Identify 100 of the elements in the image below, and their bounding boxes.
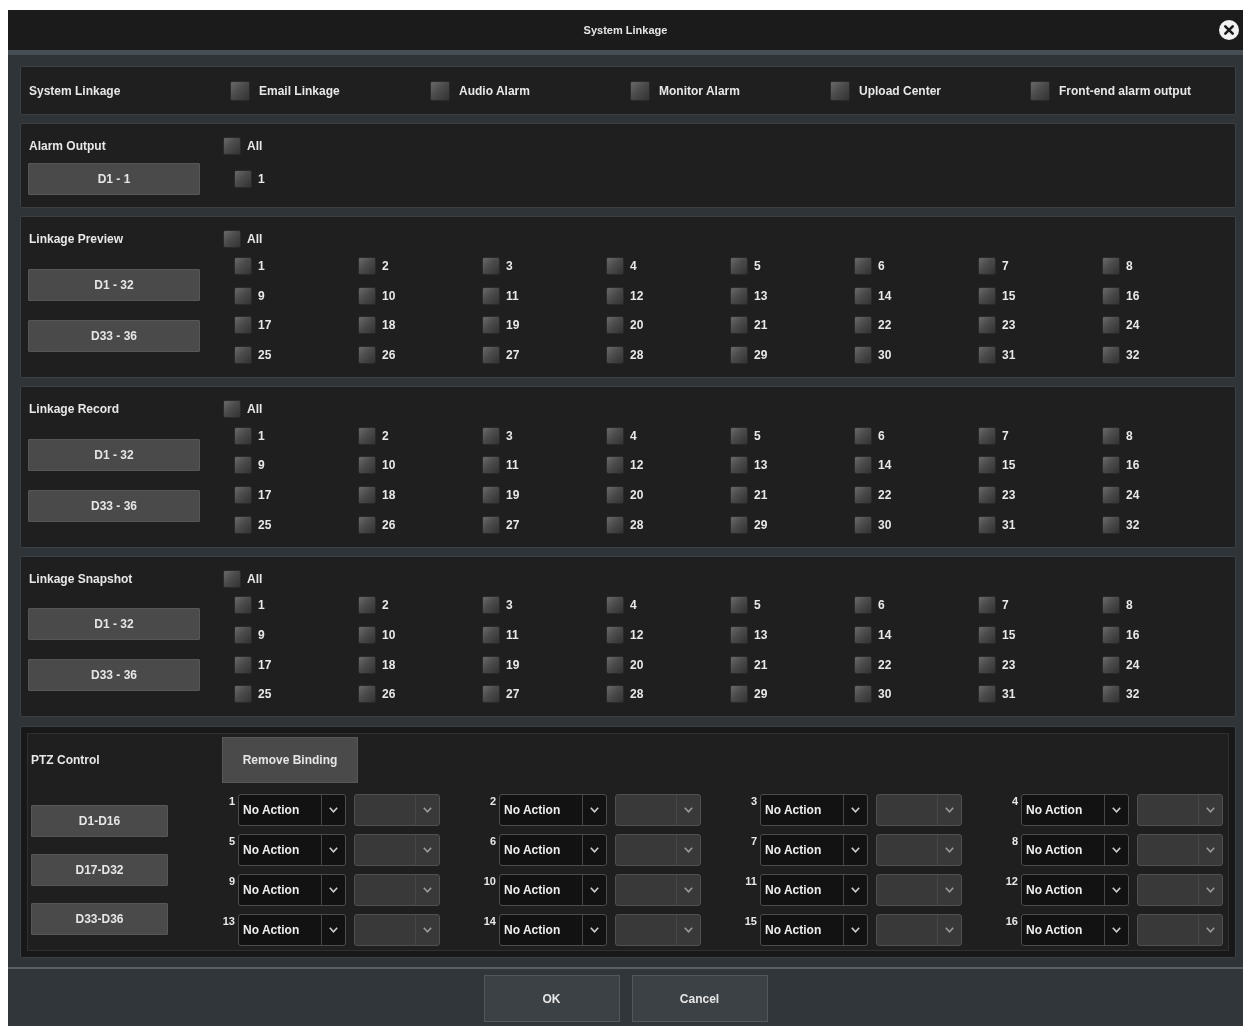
checkbox[interactable] bbox=[1102, 485, 1120, 504]
checkbox[interactable] bbox=[606, 596, 624, 615]
checkbox[interactable] bbox=[230, 80, 250, 101]
checkbox[interactable] bbox=[234, 596, 252, 615]
checkbox[interactable] bbox=[482, 316, 500, 335]
checkbox[interactable] bbox=[358, 596, 376, 615]
checkbox[interactable] bbox=[482, 626, 500, 645]
checkbox[interactable] bbox=[606, 685, 624, 704]
checkbox[interactable] bbox=[1102, 286, 1120, 305]
action-dropdown[interactable]: No Action bbox=[1021, 794, 1129, 827]
channel-range-button[interactable]: D33-D36 bbox=[31, 903, 168, 936]
checkbox[interactable] bbox=[730, 316, 748, 335]
checkbox[interactable] bbox=[234, 345, 252, 364]
checkbox[interactable] bbox=[830, 80, 850, 101]
channel-range-button[interactable]: D33 - 36 bbox=[28, 319, 200, 352]
checkbox[interactable] bbox=[978, 655, 996, 674]
checkbox[interactable] bbox=[482, 596, 500, 615]
checkbox[interactable] bbox=[854, 655, 872, 674]
checkbox[interactable] bbox=[482, 426, 500, 445]
checkbox[interactable] bbox=[482, 485, 500, 504]
checkbox[interactable] bbox=[854, 456, 872, 475]
checkbox[interactable] bbox=[234, 286, 252, 305]
checkbox[interactable] bbox=[1102, 596, 1120, 615]
checkbox[interactable] bbox=[854, 596, 872, 615]
checkbox[interactable] bbox=[234, 456, 252, 475]
checkbox[interactable] bbox=[854, 316, 872, 335]
action-dropdown[interactable]: No Action bbox=[760, 794, 868, 827]
checkbox[interactable] bbox=[978, 426, 996, 445]
checkbox[interactable] bbox=[606, 345, 624, 364]
checkbox[interactable] bbox=[223, 137, 241, 155]
checkbox[interactable] bbox=[606, 316, 624, 335]
action-dropdown[interactable]: No Action bbox=[238, 914, 346, 947]
checkbox[interactable] bbox=[854, 515, 872, 534]
checkbox[interactable] bbox=[854, 256, 872, 275]
checkbox[interactable] bbox=[430, 80, 450, 101]
action-dropdown[interactable]: No Action bbox=[1021, 914, 1129, 947]
checkbox[interactable] bbox=[1102, 626, 1120, 645]
checkbox[interactable] bbox=[978, 256, 996, 275]
checkbox[interactable] bbox=[482, 685, 500, 704]
action-dropdown[interactable]: No Action bbox=[1021, 834, 1129, 867]
checkbox[interactable] bbox=[730, 426, 748, 445]
checkbox[interactable] bbox=[606, 485, 624, 504]
checkbox[interactable] bbox=[482, 456, 500, 475]
checkbox[interactable] bbox=[606, 456, 624, 475]
action-dropdown[interactable]: No Action bbox=[499, 834, 607, 867]
checkbox[interactable] bbox=[1102, 316, 1120, 335]
checkbox[interactable] bbox=[854, 685, 872, 704]
action-dropdown[interactable]: No Action bbox=[499, 874, 607, 907]
checkbox[interactable] bbox=[730, 286, 748, 305]
checkbox[interactable] bbox=[854, 485, 872, 504]
checkbox[interactable] bbox=[978, 515, 996, 534]
checkbox[interactable] bbox=[223, 569, 241, 588]
checkbox[interactable] bbox=[730, 256, 748, 275]
checkbox[interactable] bbox=[854, 286, 872, 305]
checkbox[interactable] bbox=[978, 596, 996, 615]
checkbox[interactable] bbox=[234, 655, 252, 674]
channel-range-button[interactable]: D1 - 32 bbox=[28, 268, 200, 301]
checkbox[interactable] bbox=[606, 515, 624, 534]
channel-range-button[interactable]: D1 - 32 bbox=[28, 608, 200, 641]
channel-range-button[interactable]: D17-D32 bbox=[31, 854, 168, 887]
checkbox[interactable] bbox=[730, 596, 748, 615]
remove-binding-button[interactable]: Remove Binding bbox=[222, 737, 358, 784]
checkbox[interactable] bbox=[606, 286, 624, 305]
action-dropdown[interactable]: No Action bbox=[760, 874, 868, 907]
action-dropdown[interactable]: No Action bbox=[499, 914, 607, 947]
checkbox[interactable] bbox=[606, 626, 624, 645]
checkbox[interactable] bbox=[482, 655, 500, 674]
checkbox[interactable] bbox=[730, 685, 748, 704]
checkbox[interactable] bbox=[630, 80, 650, 101]
channel-range-button[interactable]: D33 - 36 bbox=[28, 489, 200, 522]
checkbox[interactable] bbox=[358, 626, 376, 645]
checkbox[interactable] bbox=[358, 426, 376, 445]
checkbox[interactable] bbox=[358, 485, 376, 504]
checkbox[interactable] bbox=[730, 655, 748, 674]
checkbox[interactable] bbox=[358, 286, 376, 305]
checkbox[interactable] bbox=[606, 256, 624, 275]
channel-range-button[interactable]: D1 - 32 bbox=[28, 438, 200, 471]
checkbox[interactable] bbox=[358, 456, 376, 475]
checkbox[interactable] bbox=[482, 515, 500, 534]
checkbox[interactable] bbox=[358, 256, 376, 275]
channel-range-button[interactable]: D33 - 36 bbox=[28, 659, 200, 692]
checkbox[interactable] bbox=[234, 170, 252, 188]
checkbox[interactable] bbox=[358, 655, 376, 674]
checkbox[interactable] bbox=[978, 456, 996, 475]
checkbox[interactable] bbox=[358, 515, 376, 534]
checkbox[interactable] bbox=[730, 485, 748, 504]
checkbox[interactable] bbox=[482, 286, 500, 305]
checkbox[interactable] bbox=[234, 316, 252, 335]
action-dropdown[interactable]: No Action bbox=[238, 874, 346, 907]
checkbox[interactable] bbox=[358, 316, 376, 335]
checkbox[interactable] bbox=[978, 316, 996, 335]
checkbox[interactable] bbox=[1030, 80, 1050, 101]
checkbox[interactable] bbox=[234, 256, 252, 275]
checkbox[interactable] bbox=[234, 485, 252, 504]
checkbox[interactable] bbox=[1102, 345, 1120, 364]
dialog-button[interactable]: OK bbox=[483, 975, 620, 1022]
action-dropdown[interactable]: No Action bbox=[499, 794, 607, 827]
checkbox[interactable] bbox=[978, 685, 996, 704]
action-dropdown[interactable]: No Action bbox=[238, 794, 346, 827]
checkbox[interactable] bbox=[234, 426, 252, 445]
